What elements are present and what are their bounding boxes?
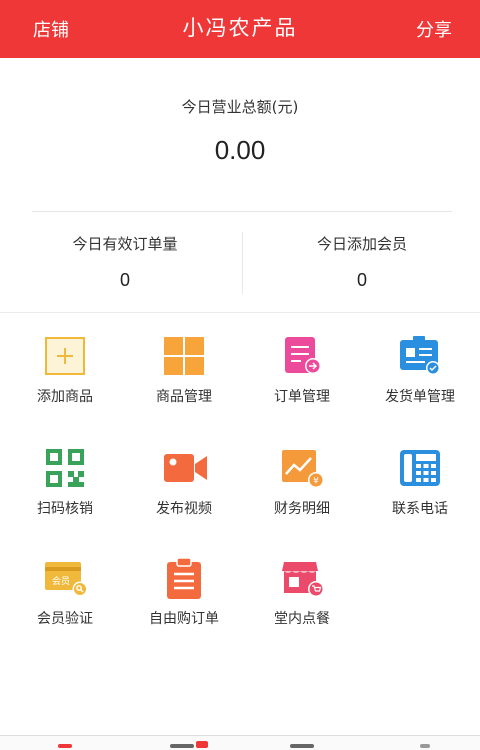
section-divider xyxy=(0,312,480,313)
page-title: 小冯农产品 xyxy=(182,16,298,40)
share-button[interactable]: 分享 xyxy=(416,16,452,42)
grid-item-publish-video[interactable]: 发布视频 xyxy=(124,442,244,518)
home-tab-icon[interactable] xyxy=(58,744,72,748)
member-card-icon: 会员 xyxy=(44,558,88,598)
members-stat: 今日添加会员 0 xyxy=(242,233,480,291)
svg-text:会员: 会员 xyxy=(52,575,70,587)
members-label: 今日添加会员 xyxy=(316,235,407,253)
grid-item-dine-in[interactable]: 堂内点餐 xyxy=(242,552,362,628)
order-management-icon xyxy=(281,336,323,376)
members-value: 0 xyxy=(356,270,367,290)
top-header: 店铺 小冯农产品 分享 xyxy=(0,0,480,58)
divider xyxy=(32,211,452,212)
orders-label: 今日有效订单量 xyxy=(72,235,178,253)
phone-icon xyxy=(399,448,441,488)
finance-chart-icon: ¥ xyxy=(281,448,324,488)
grid-item-finance[interactable]: ¥ 财务明细 xyxy=(242,442,362,518)
shipping-management-icon xyxy=(399,336,441,376)
grid-item-label: 发布视频 xyxy=(156,501,212,517)
grid-item-member-verify[interactable]: 会员 会员验证 xyxy=(5,552,125,628)
grid-item-label: 扫码核销 xyxy=(37,501,93,517)
video-camera-icon xyxy=(163,448,207,488)
grid-item-order-management[interactable]: 订单管理 xyxy=(242,330,362,406)
sales-value: 0.00 xyxy=(214,135,266,165)
sales-label: 今日营业总额(元) xyxy=(181,98,299,116)
grid-item-product-management[interactable]: 商品管理 xyxy=(124,330,244,406)
grid-item-label: 发货单管理 xyxy=(385,389,455,405)
grid-item-label: 商品管理 xyxy=(156,389,212,405)
orders-tab-icon[interactable] xyxy=(170,744,194,748)
grid-item-add-product[interactable]: 添加商品 xyxy=(5,330,125,406)
grid-item-label: 财务明细 xyxy=(274,501,330,517)
grid-item-scan-verify[interactable]: 扫码核销 xyxy=(5,442,125,518)
grid-item-shipping-management[interactable]: 发货单管理 xyxy=(360,330,480,406)
grid-item-label: 联系电话 xyxy=(392,501,448,517)
grid-item-free-purchase-orders[interactable]: 自由购订单 xyxy=(124,552,244,628)
dine-in-shop-icon xyxy=(281,558,324,598)
orders-stat: 今日有效订单量 0 xyxy=(5,233,245,291)
bottom-tab-bar[interactable] xyxy=(0,736,480,750)
clipboard-icon xyxy=(163,557,205,599)
messages-tab-icon[interactable] xyxy=(290,744,314,748)
grid-item-label: 堂内点餐 xyxy=(274,611,330,627)
product-management-icon xyxy=(163,336,205,376)
svg-text:¥: ¥ xyxy=(313,477,319,487)
grid-item-label: 自由购订单 xyxy=(149,611,219,627)
grid-item-contact-phone[interactable]: 联系电话 xyxy=(360,442,480,518)
qr-code-icon xyxy=(44,448,86,488)
profile-tab-icon[interactable] xyxy=(420,744,430,748)
grid-item-label: 添加商品 xyxy=(37,389,93,405)
notification-badge xyxy=(196,741,208,748)
grid-item-label: 订单管理 xyxy=(274,389,330,405)
sales-summary: 今日营业总额(元) 0.00 xyxy=(0,96,480,166)
orders-value: 0 xyxy=(119,270,130,290)
grid-item-label: 会员验证 xyxy=(37,611,93,627)
add-product-icon xyxy=(44,336,86,376)
